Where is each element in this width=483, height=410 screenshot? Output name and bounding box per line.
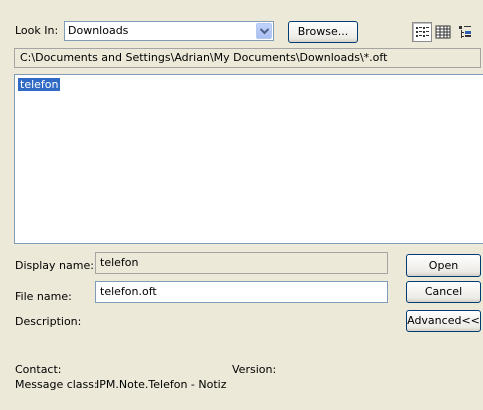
file-list[interactable]: telefon bbox=[14, 74, 483, 244]
contact-label: Contact: bbox=[15, 363, 62, 376]
cancel-button[interactable]: Cancel bbox=[406, 281, 481, 303]
list-view-button[interactable] bbox=[412, 22, 432, 42]
version-label: Version: bbox=[232, 363, 277, 376]
list-item[interactable]: telefon bbox=[18, 78, 61, 91]
file-name-input[interactable]: telefon.oft bbox=[95, 281, 388, 303]
message-class-value: IPM.Note.Telefon - Notiz bbox=[96, 378, 227, 391]
file-name-value: telefon.oft bbox=[100, 285, 157, 298]
look-in-label: Look In: bbox=[15, 24, 59, 37]
advanced-button[interactable]: Advanced<< bbox=[406, 310, 481, 332]
details-view-button[interactable] bbox=[433, 22, 453, 42]
file-name-label: File name: bbox=[15, 290, 72, 303]
path-display: C:\Documents and Settings\Adrian\My Docu… bbox=[14, 48, 481, 68]
list-view-icon bbox=[416, 27, 429, 37]
properties-view-icon bbox=[459, 26, 471, 38]
look-in-value: Downloads bbox=[68, 24, 129, 37]
display-name-field: telefon bbox=[95, 252, 388, 274]
display-name-value: telefon bbox=[100, 256, 139, 269]
open-button[interactable]: Open bbox=[406, 254, 481, 277]
message-class-label: Message class: bbox=[15, 378, 98, 391]
properties-view-button[interactable] bbox=[455, 22, 475, 42]
description-label: Description: bbox=[15, 315, 82, 328]
dropdown-arrow-button[interactable] bbox=[256, 23, 272, 39]
path-text: C:\Documents and Settings\Adrian\My Docu… bbox=[20, 51, 388, 64]
chevron-down-icon bbox=[260, 28, 269, 35]
look-in-dropdown[interactable]: Downloads bbox=[64, 21, 274, 41]
details-view-icon bbox=[435, 25, 451, 39]
browse-button[interactable]: Browse... bbox=[288, 21, 358, 43]
display-name-label: Display name: bbox=[15, 259, 94, 272]
